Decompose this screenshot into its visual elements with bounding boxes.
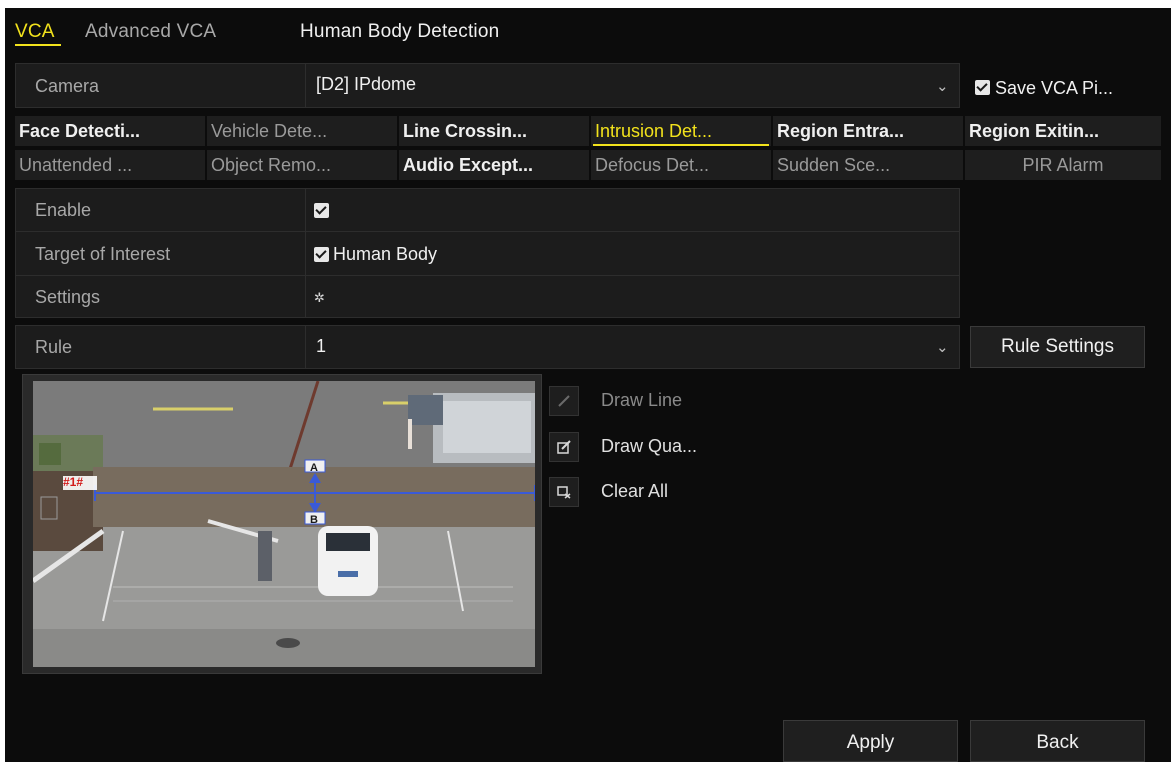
- clear-all-icon-box: [549, 477, 579, 507]
- point-a-label: A: [310, 462, 318, 474]
- event-region-exiting[interactable]: Region Exitin...: [965, 116, 1161, 146]
- draw-line-button[interactable]: Draw Line: [549, 384, 749, 416]
- camera-select-value: [D2] IPdome: [316, 74, 417, 94]
- active-tab-indicator: [15, 44, 61, 46]
- divider: [305, 189, 306, 317]
- event-type-grid: Face Detecti... Vehicle Dete... Line Cro…: [15, 116, 1161, 184]
- tab-vca[interactable]: VCA: [15, 21, 55, 43]
- camera-preview-image[interactable]: [33, 381, 535, 667]
- point-b-label: B: [310, 514, 318, 526]
- rule-label: Rule: [35, 337, 73, 357]
- save-vca-picture-label: Save VCA Pi...: [995, 78, 1114, 98]
- pencil-icon: [558, 395, 570, 407]
- checkbox-icon: [314, 247, 329, 262]
- camera-label: Camera: [35, 76, 100, 96]
- checkbox-icon: [975, 80, 990, 95]
- target-of-interest-label: Target of Interest: [35, 244, 171, 264]
- camera-select[interactable]: [D2] IPdome ⌄: [306, 64, 959, 107]
- chevron-down-icon: ⌄: [936, 339, 949, 356]
- divider: [16, 275, 959, 276]
- rule-select[interactable]: 1 ⌄: [306, 326, 959, 368]
- tab-human-body-detection[interactable]: Human Body Detection: [300, 21, 499, 43]
- rule-select-value: 1: [316, 336, 327, 356]
- gear-icon[interactable]: ✲: [314, 290, 325, 306]
- event-vehicle-detection[interactable]: Vehicle Dete...: [207, 116, 397, 146]
- event-sudden-scene-change[interactable]: Sudden Sce...: [773, 150, 963, 180]
- event-audio-exception[interactable]: Audio Except...: [399, 150, 589, 180]
- selected-event-underline: [593, 144, 769, 146]
- apply-button[interactable]: Apply: [783, 720, 958, 762]
- event-face-detection[interactable]: Face Detecti...: [15, 116, 205, 146]
- event-defocus-detection[interactable]: Defocus Det...: [591, 150, 771, 180]
- rule-row: Rule 1 ⌄: [15, 325, 960, 369]
- enable-checkbox[interactable]: [314, 203, 329, 218]
- draw-line-icon-box: [549, 386, 579, 416]
- event-intrusion-detection[interactable]: Intrusion Det...: [591, 116, 771, 146]
- draw-quadrilateral-label: Draw Qua...: [601, 436, 698, 456]
- edit-icon: [557, 440, 571, 454]
- draw-line-label: Draw Line: [601, 390, 683, 410]
- camera-row: Camera [D2] IPdome ⌄: [15, 63, 960, 108]
- divider: [16, 231, 959, 232]
- tab-advanced-vca[interactable]: Advanced VCA: [85, 21, 216, 43]
- draw-quad-icon-box: [549, 432, 579, 462]
- settings-label: Settings: [35, 287, 101, 307]
- chevron-down-icon: ⌄: [936, 78, 949, 95]
- event-region-entrance[interactable]: Region Entra...: [773, 116, 963, 146]
- event-object-removal[interactable]: Object Remo...: [207, 150, 397, 180]
- detection-settings-panel: Enable Target of Interest Human Body Set…: [15, 188, 960, 318]
- vca-settings-window: VCA Advanced VCA Human Body Detection Ca…: [5, 8, 1171, 762]
- clear-all-button[interactable]: Clear All: [549, 475, 749, 507]
- event-line-crossing[interactable]: Line Crossin...: [399, 116, 589, 146]
- event-pir-alarm[interactable]: PIR Alarm: [965, 150, 1161, 180]
- back-button[interactable]: Back: [970, 720, 1145, 762]
- preview-frame: #1# A B: [22, 374, 542, 674]
- clear-all-label: Clear All: [601, 481, 669, 501]
- event-unattended-baggage[interactable]: Unattended ...: [15, 150, 205, 180]
- draw-quadrilateral-button[interactable]: Draw Qua...: [549, 430, 769, 462]
- human-body-label: Human Body: [333, 244, 438, 264]
- enable-label: Enable: [35, 200, 92, 220]
- clear-icon: [557, 486, 571, 499]
- region-tag-label: #1#: [63, 475, 84, 489]
- rule-settings-button[interactable]: Rule Settings: [970, 326, 1145, 368]
